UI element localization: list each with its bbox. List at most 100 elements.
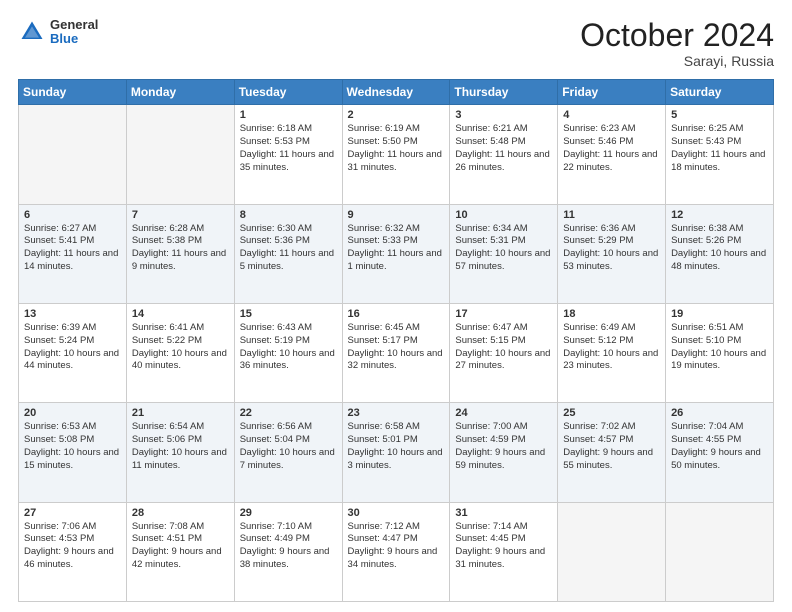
calendar-week-4: 20 Sunrise: 6:53 AM Sunset: 5:08 PM Dayli… bbox=[19, 403, 774, 502]
day-info: Sunrise: 6:32 AM Sunset: 5:33 PM Dayligh… bbox=[348, 223, 445, 274]
day-number: 16 bbox=[348, 308, 445, 320]
day-number: 4 bbox=[563, 109, 660, 121]
day-number: 24 bbox=[455, 407, 552, 419]
calendar-cell: 17Sunrise: 6:47 AM Sunset: 5:15 PM Dayli… bbox=[450, 303, 558, 402]
day-number: 1 bbox=[240, 109, 337, 121]
day-number: 29 bbox=[240, 507, 337, 519]
calendar-cell: 6 Sunrise: 6:27 AM Sunset: 5:41 PM Daylig… bbox=[19, 204, 127, 303]
day-info: Sunrise: 6:45 AM Sunset: 5:17 PM Dayligh… bbox=[348, 322, 445, 373]
calendar-cell bbox=[666, 502, 774, 601]
day-info: Sunrise: 6:36 AM Sunset: 5:29 PM Dayligh… bbox=[563, 223, 660, 274]
day-number: 18 bbox=[563, 308, 660, 320]
day-number: 28 bbox=[132, 507, 229, 519]
header: General Blue October 2024 Sarayi, Russia bbox=[18, 18, 774, 69]
calendar-cell: 9Sunrise: 6:32 AM Sunset: 5:33 PM Daylig… bbox=[342, 204, 450, 303]
calendar-cell: 14Sunrise: 6:41 AM Sunset: 5:22 PM Dayli… bbox=[126, 303, 234, 402]
day-info: Sunrise: 6:28 AM Sunset: 5:38 PM Dayligh… bbox=[132, 223, 229, 274]
day-number: 20 bbox=[24, 407, 121, 419]
calendar-cell: 15 Sunrise: 6:43 AM Sunset: 5:19 PM Dayli… bbox=[234, 303, 342, 402]
day-info: Sunrise: 7:06 AM Sunset: 4:53 PM Dayligh… bbox=[24, 521, 121, 572]
calendar-cell: 5 Sunrise: 6:25 AM Sunset: 5:43 PM Daylig… bbox=[666, 105, 774, 204]
day-info: Sunrise: 6:25 AM Sunset: 5:43 PM Dayligh… bbox=[671, 123, 768, 174]
day-number: 13 bbox=[24, 308, 121, 320]
calendar-cell: 16 Sunrise: 6:45 AM Sunset: 5:17 PM Dayli… bbox=[342, 303, 450, 402]
day-info: Sunrise: 6:38 AM Sunset: 5:26 PM Dayligh… bbox=[671, 223, 768, 274]
calendar-header-thursday: Thursday bbox=[450, 80, 558, 105]
day-info: Sunrise: 6:53 AM Sunset: 5:08 PM Dayligh… bbox=[24, 421, 121, 472]
day-number: 6 bbox=[24, 209, 121, 221]
calendar-cell: 24Sunrise: 7:00 AM Sunset: 4:59 PM Dayli… bbox=[450, 403, 558, 502]
day-number: 26 bbox=[671, 407, 768, 419]
calendar-cell: 21Sunrise: 6:54 AM Sunset: 5:06 PM Dayli… bbox=[126, 403, 234, 502]
calendar-header-tuesday: Tuesday bbox=[234, 80, 342, 105]
calendar-cell bbox=[19, 105, 127, 204]
day-info: Sunrise: 7:02 AM Sunset: 4:57 PM Dayligh… bbox=[563, 421, 660, 472]
day-info: Sunrise: 6:41 AM Sunset: 5:22 PM Dayligh… bbox=[132, 322, 229, 373]
calendar-cell: 28 Sunrise: 7:08 AM Sunset: 4:51 PM Dayli… bbox=[126, 502, 234, 601]
calendar-header-row: SundayMondayTuesdayWednesdayThursdayFrid… bbox=[19, 80, 774, 105]
calendar-week-3: 13 Sunrise: 6:39 AM Sunset: 5:24 PM Dayli… bbox=[19, 303, 774, 402]
month-title: October 2024 bbox=[580, 18, 774, 53]
logo: General Blue bbox=[18, 18, 98, 47]
day-number: 22 bbox=[240, 407, 337, 419]
calendar-header-friday: Friday bbox=[558, 80, 666, 105]
day-number: 8 bbox=[240, 209, 337, 221]
calendar-cell: 3Sunrise: 6:21 AM Sunset: 5:48 PM Daylig… bbox=[450, 105, 558, 204]
logo-general: General bbox=[50, 18, 98, 32]
day-number: 11 bbox=[563, 209, 660, 221]
day-number: 10 bbox=[455, 209, 552, 221]
calendar-cell: 1 Sunrise: 6:18 AM Sunset: 5:53 PM Daylig… bbox=[234, 105, 342, 204]
calendar-cell: 23 Sunrise: 6:58 AM Sunset: 5:01 PM Dayli… bbox=[342, 403, 450, 502]
logo-text: General Blue bbox=[50, 18, 98, 47]
day-info: Sunrise: 6:47 AM Sunset: 5:15 PM Dayligh… bbox=[455, 322, 552, 373]
calendar-week-2: 6 Sunrise: 6:27 AM Sunset: 5:41 PM Daylig… bbox=[19, 204, 774, 303]
title-block: October 2024 Sarayi, Russia bbox=[580, 18, 774, 69]
day-info: Sunrise: 7:04 AM Sunset: 4:55 PM Dayligh… bbox=[671, 421, 768, 472]
day-info: Sunrise: 7:12 AM Sunset: 4:47 PM Dayligh… bbox=[348, 521, 445, 572]
calendar-cell: 8 Sunrise: 6:30 AM Sunset: 5:36 PM Daylig… bbox=[234, 204, 342, 303]
day-info: Sunrise: 6:56 AM Sunset: 5:04 PM Dayligh… bbox=[240, 421, 337, 472]
day-info: Sunrise: 6:27 AM Sunset: 5:41 PM Dayligh… bbox=[24, 223, 121, 274]
day-info: Sunrise: 6:30 AM Sunset: 5:36 PM Dayligh… bbox=[240, 223, 337, 274]
calendar-week-5: 27Sunrise: 7:06 AM Sunset: 4:53 PM Dayli… bbox=[19, 502, 774, 601]
logo-blue: Blue bbox=[50, 32, 98, 46]
day-info: Sunrise: 6:43 AM Sunset: 5:19 PM Dayligh… bbox=[240, 322, 337, 373]
day-number: 5 bbox=[671, 109, 768, 121]
day-info: Sunrise: 6:49 AM Sunset: 5:12 PM Dayligh… bbox=[563, 322, 660, 373]
day-number: 7 bbox=[132, 209, 229, 221]
day-info: Sunrise: 6:39 AM Sunset: 5:24 PM Dayligh… bbox=[24, 322, 121, 373]
day-info: Sunrise: 6:18 AM Sunset: 5:53 PM Dayligh… bbox=[240, 123, 337, 174]
calendar-cell: 31Sunrise: 7:14 AM Sunset: 4:45 PM Dayli… bbox=[450, 502, 558, 601]
calendar-cell: 10 Sunrise: 6:34 AM Sunset: 5:31 PM Dayli… bbox=[450, 204, 558, 303]
calendar-cell: 20 Sunrise: 6:53 AM Sunset: 5:08 PM Dayli… bbox=[19, 403, 127, 502]
day-info: Sunrise: 7:10 AM Sunset: 4:49 PM Dayligh… bbox=[240, 521, 337, 572]
day-info: Sunrise: 6:23 AM Sunset: 5:46 PM Dayligh… bbox=[563, 123, 660, 174]
day-number: 23 bbox=[348, 407, 445, 419]
calendar-header-wednesday: Wednesday bbox=[342, 80, 450, 105]
day-info: Sunrise: 6:51 AM Sunset: 5:10 PM Dayligh… bbox=[671, 322, 768, 373]
day-info: Sunrise: 6:21 AM Sunset: 5:48 PM Dayligh… bbox=[455, 123, 552, 174]
calendar-header-monday: Monday bbox=[126, 80, 234, 105]
calendar-cell bbox=[558, 502, 666, 601]
day-number: 25 bbox=[563, 407, 660, 419]
logo-icon bbox=[18, 18, 46, 46]
calendar-cell: 26 Sunrise: 7:04 AM Sunset: 4:55 PM Dayli… bbox=[666, 403, 774, 502]
calendar-cell: 11 Sunrise: 6:36 AM Sunset: 5:29 PM Dayli… bbox=[558, 204, 666, 303]
calendar-cell: 12 Sunrise: 6:38 AM Sunset: 5:26 PM Dayli… bbox=[666, 204, 774, 303]
calendar-cell: 7 Sunrise: 6:28 AM Sunset: 5:38 PM Daylig… bbox=[126, 204, 234, 303]
day-number: 15 bbox=[240, 308, 337, 320]
location: Sarayi, Russia bbox=[580, 53, 774, 69]
calendar-cell bbox=[126, 105, 234, 204]
day-number: 19 bbox=[671, 308, 768, 320]
calendar-cell: 22 Sunrise: 6:56 AM Sunset: 5:04 PM Dayli… bbox=[234, 403, 342, 502]
calendar-cell: 2Sunrise: 6:19 AM Sunset: 5:50 PM Daylig… bbox=[342, 105, 450, 204]
day-info: Sunrise: 7:08 AM Sunset: 4:51 PM Dayligh… bbox=[132, 521, 229, 572]
day-info: Sunrise: 6:34 AM Sunset: 5:31 PM Dayligh… bbox=[455, 223, 552, 274]
day-info: Sunrise: 6:58 AM Sunset: 5:01 PM Dayligh… bbox=[348, 421, 445, 472]
day-number: 30 bbox=[348, 507, 445, 519]
calendar-week-1: 1 Sunrise: 6:18 AM Sunset: 5:53 PM Daylig… bbox=[19, 105, 774, 204]
page: General Blue October 2024 Sarayi, Russia… bbox=[0, 0, 792, 612]
day-number: 12 bbox=[671, 209, 768, 221]
calendar-cell: 18 Sunrise: 6:49 AM Sunset: 5:12 PM Dayli… bbox=[558, 303, 666, 402]
day-number: 31 bbox=[455, 507, 552, 519]
